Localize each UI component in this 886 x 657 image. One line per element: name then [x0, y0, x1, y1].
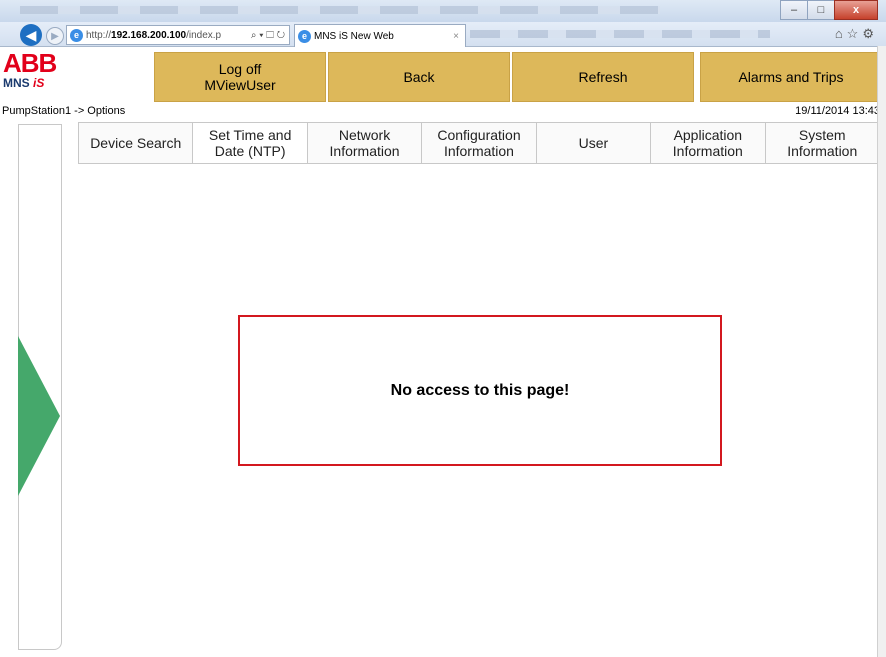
browser-back-button[interactable]: ◀	[20, 24, 42, 46]
maximize-button[interactable]: □	[807, 0, 835, 20]
expand-arrow-icon[interactable]	[18, 336, 60, 496]
browser-tools-icons[interactable]: ⌂☆⚙	[835, 26, 878, 42]
datetime: 19/11/2014 13:43	[795, 105, 880, 117]
back-button[interactable]: Back	[328, 52, 510, 102]
tab-configuration-information[interactable]: Configuration Information	[422, 123, 537, 163]
arrow-right-icon: ▶	[51, 30, 59, 42]
window-controls: – □ x	[780, 0, 878, 20]
close-window-button[interactable]: x	[834, 0, 878, 20]
abb-logo: ABB MNS iS	[3, 48, 83, 92]
address-bar[interactable]: e http://192.168.200.100/index.p ⌕ ▾ ☐ ↻	[66, 25, 290, 45]
scrollbar[interactable]	[877, 46, 886, 657]
browser-navbar: ◀ ▶ e http://192.168.200.100/index.p ⌕ ▾…	[0, 22, 886, 47]
tab-network-information[interactable]: Network Information	[307, 123, 423, 163]
no-access-message: No access to this page!	[390, 381, 570, 399]
abb-brand: ABB	[3, 48, 57, 78]
tab-title: MNS iS New Web	[314, 30, 394, 42]
no-access-message-box: No access to this page!	[238, 315, 722, 466]
browser-tab[interactable]: e MNS iS New Web ×	[294, 24, 466, 47]
mns-product: MNS iS	[3, 76, 45, 90]
ie-icon: e	[70, 28, 83, 42]
tab-user[interactable]: User	[536, 123, 652, 163]
tab-system-information[interactable]: System Information	[765, 123, 879, 163]
refresh-button[interactable]: Refresh	[512, 52, 694, 102]
logoff-label: Log off MViewUser	[204, 61, 276, 93]
breadcrumb: PumpStation1 -> Options	[2, 105, 126, 117]
arrow-left-icon: ◀	[25, 26, 37, 43]
blurred-favorites	[20, 6, 660, 14]
logoff-button[interactable]: Log off MViewUser	[154, 52, 326, 102]
breadcrumb-row: PumpStation1 -> Options 19/11/2014 13:43	[0, 104, 886, 120]
tab-set-time-date[interactable]: Set Time and Date (NTP)	[193, 123, 308, 163]
address-url: http://192.168.200.100/index.p	[86, 29, 222, 41]
browser-titlebar: – □ x	[0, 0, 886, 22]
blurred-tabs	[470, 30, 770, 38]
ie-icon: e	[298, 29, 311, 43]
browser-forward-button[interactable]: ▶	[46, 27, 64, 45]
tab-device-search[interactable]: Device Search	[79, 123, 194, 163]
options-tabs: Device Search Set Time and Date (NTP) Net…	[78, 122, 880, 164]
minimize-button[interactable]: –	[780, 0, 808, 20]
tab-close-icon[interactable]: ×	[453, 31, 459, 42]
alarms-and-trips-button[interactable]: Alarms and Trips	[700, 52, 882, 102]
address-tools[interactable]: ⌕ ▾ ☐ ↻	[251, 30, 285, 41]
tab-application-information[interactable]: Application Information	[651, 123, 766, 163]
